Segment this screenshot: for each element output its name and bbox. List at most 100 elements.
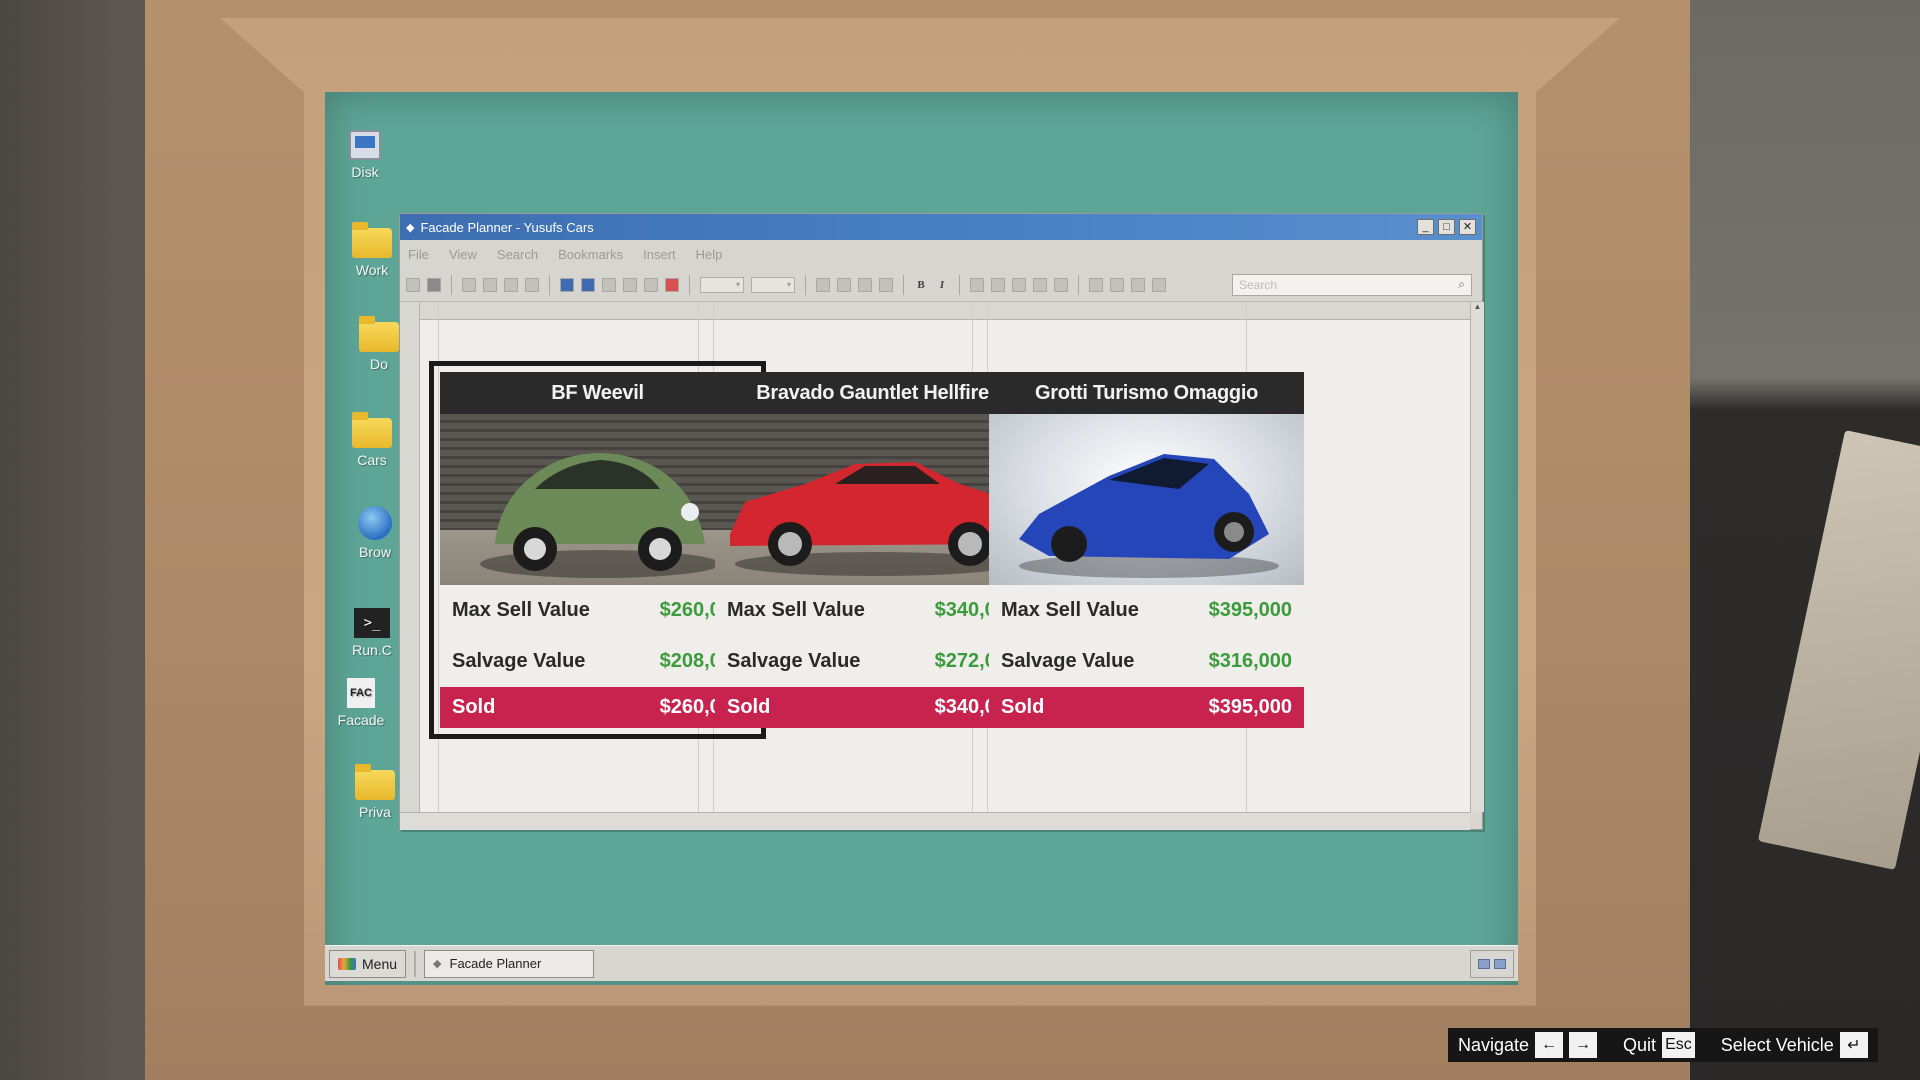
quit-label: Quit: [1623, 1034, 1657, 1055]
menu-logo-icon: [338, 957, 356, 970]
taskbar-item-facade-planner[interactable]: ◆ Facade Planner: [424, 949, 595, 978]
salvage-label: Salvage Value: [452, 650, 586, 672]
fill-icon[interactable]: [560, 277, 574, 292]
max-sell-row: Max Sell Value $260,000: [440, 585, 755, 636]
search-icon[interactable]: ⌕: [1458, 277, 1465, 292]
table-icon[interactable]: [644, 277, 658, 292]
search-input[interactable]: Search ⌕: [1232, 273, 1472, 296]
menu-bookmarks[interactable]: Bookmarks: [558, 247, 623, 262]
globe-icon: [358, 506, 392, 540]
network-icon[interactable]: [1478, 958, 1490, 969]
sold-bar: Sold $340,000: [715, 687, 1030, 728]
taskbar-separator: [414, 950, 417, 977]
navigate-label: Navigate: [1458, 1034, 1530, 1055]
minimize-button[interactable]: _: [1417, 219, 1434, 235]
list-icon[interactable]: [1131, 277, 1145, 292]
salvage-row: Salvage Value $272,000: [715, 636, 1030, 687]
vehicle-name: BF Weevil: [440, 372, 755, 414]
salvage-row: Salvage Value $316,000: [989, 636, 1304, 687]
display-icon[interactable]: [1494, 958, 1506, 969]
vehicle-card-bf-weevil[interactable]: BF Weevil Max Sell Value $260,000 Salvag…: [429, 361, 766, 739]
salvage-value: $316,000: [1208, 650, 1292, 672]
list-icon[interactable]: [1152, 277, 1166, 292]
folder-icon: [352, 222, 392, 258]
sold-label: Sold: [727, 696, 771, 718]
taskbar: Menu ◆ Facade Planner: [325, 945, 1518, 981]
font-dropdown[interactable]: ▾: [700, 276, 744, 293]
select-vehicle-label: Select Vehicle: [1720, 1034, 1834, 1055]
justify-icon[interactable]: [1054, 277, 1068, 292]
save-icon[interactable]: [427, 277, 441, 292]
horizontal-scrollbar[interactable]: [400, 812, 1470, 830]
merge-icon[interactable]: [602, 277, 616, 292]
vehicle-card-turismo-omaggio[interactable]: Grotti Turismo Omaggio Max Sell Value $3…: [989, 372, 1304, 728]
app-icon: ◆: [406, 221, 415, 234]
right-arrow-key-icon[interactable]: →: [1569, 1032, 1598, 1058]
justify-icon[interactable]: [991, 277, 1005, 292]
wrap-icon[interactable]: [623, 277, 637, 292]
menu-label: Menu: [362, 955, 398, 972]
facade-planner-window: ◆ Facade Planner - Yusufs Cars _ □ ✕ Fil…: [399, 213, 1484, 830]
esc-key-icon[interactable]: Esc: [1662, 1032, 1695, 1058]
align-icon[interactable]: [816, 277, 830, 292]
grid-line: [438, 302, 439, 812]
max-sell-label: Max Sell Value: [452, 599, 590, 621]
record-icon[interactable]: [665, 277, 679, 292]
align-icon[interactable]: [858, 277, 872, 292]
sold-value: $395,000: [1208, 696, 1292, 718]
window-title: Facade Planner - Yusufs Cars: [420, 219, 594, 235]
close-button[interactable]: ✕: [1459, 219, 1476, 235]
controls-hud: Navigate ← → Quit Esc Select Vehicle ↵: [1448, 1028, 1878, 1062]
car-supercar-icon: [1019, 454, 1279, 578]
toolbar-separator: [903, 274, 904, 295]
car-beetle-icon: [480, 453, 720, 578]
vehicle-card-gauntlet-hellfire[interactable]: Bravado Gauntlet Hellfire Max Sell Value…: [715, 372, 1030, 728]
folder-icon: [355, 764, 395, 800]
enter-key-icon[interactable]: ↵: [1839, 1032, 1868, 1058]
system-tray: [1470, 949, 1514, 978]
copy-icon[interactable]: [462, 277, 476, 292]
vehicle-name: Grotti Turismo Omaggio: [989, 372, 1304, 414]
app-icon: ◆: [433, 958, 442, 970]
italic-icon[interactable]: I: [935, 279, 949, 291]
salvage-row: Salvage Value $208,000: [440, 636, 755, 687]
max-sell-label: Max Sell Value: [727, 599, 865, 621]
vehicle-name: Bravado Gauntlet Hellfire: [715, 372, 1030, 414]
maximize-button[interactable]: □: [1438, 219, 1455, 235]
window-titlebar[interactable]: ◆ Facade Planner - Yusufs Cars _ □ ✕: [400, 214, 1482, 240]
align-icon[interactable]: [837, 277, 851, 292]
menu-insert[interactable]: Insert: [643, 247, 676, 262]
vertical-scrollbar[interactable]: ▲: [1470, 302, 1484, 812]
toolbar-separator: [549, 274, 550, 295]
border-icon[interactable]: [581, 277, 595, 292]
vehicle-image: [989, 414, 1304, 585]
justify-icon[interactable]: [1012, 277, 1026, 292]
sold-bar: Sold $395,000: [989, 687, 1304, 728]
new-icon[interactable]: [406, 277, 420, 292]
salvage-label: Salvage Value: [1001, 650, 1135, 672]
left-arrow-key-icon[interactable]: ←: [1535, 1032, 1564, 1058]
spreadsheet-area: ▲ BF Weevil Max Sell Value $260,000 Salv…: [400, 302, 1484, 830]
list-icon[interactable]: [1110, 277, 1124, 292]
desktop-icon-facade[interactable]: FAC Facade: [325, 670, 401, 728]
list-icon[interactable]: [1089, 277, 1103, 292]
monitor-screen: Disk Work Do Cars Brow >_ Run.C FAC Faca…: [325, 92, 1518, 985]
desktop-icon-disk[interactable]: Disk: [325, 122, 405, 180]
align-icon[interactable]: [879, 277, 893, 292]
print-icon[interactable]: [504, 277, 518, 292]
menu-help[interactable]: Help: [696, 247, 723, 262]
toolbar: ▾ ▾ B I Search ⌕: [400, 268, 1482, 302]
toolbar-separator: [689, 274, 690, 295]
justify-icon[interactable]: [970, 277, 984, 292]
start-menu-button[interactable]: Menu: [329, 949, 407, 978]
format-icon[interactable]: [525, 277, 539, 292]
menu-view[interactable]: View: [449, 247, 477, 262]
menu-bar: File View Search Bookmarks Insert Help: [400, 240, 1482, 268]
justify-icon[interactable]: [1033, 277, 1047, 292]
menu-search[interactable]: Search: [497, 247, 538, 262]
menu-file[interactable]: File: [408, 247, 429, 262]
car-muscle-icon: [730, 462, 1020, 576]
paste-icon[interactable]: [483, 277, 497, 292]
size-dropdown[interactable]: ▾: [751, 276, 795, 293]
bold-icon[interactable]: B: [914, 279, 928, 291]
